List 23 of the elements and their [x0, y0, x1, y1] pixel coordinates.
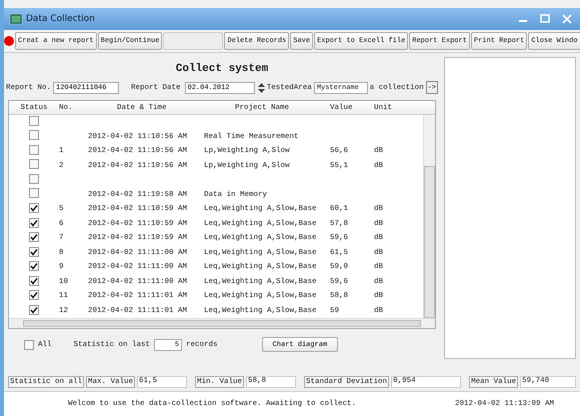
- row-checkbox[interactable]: [29, 218, 39, 228]
- row-checkbox[interactable]: [29, 116, 39, 126]
- row-checkbox[interactable]: [29, 159, 39, 170]
- row-checkbox[interactable]: [29, 304, 39, 315]
- vertical-scrollbar[interactable]: [423, 115, 435, 318]
- row-checkbox[interactable]: [29, 203, 39, 214]
- horizontal-scrollbar[interactable]: [9, 318, 435, 328]
- maximize-icon[interactable]: [538, 13, 552, 25]
- row-checkbox[interactable]: [29, 232, 39, 242]
- row-checkbox[interactable]: [29, 174, 39, 184]
- record-dot-icon: [4, 36, 14, 46]
- window-title: Data Collection: [26, 14, 95, 24]
- all-checkbox[interactable]: [24, 340, 34, 350]
- row-checkbox[interactable]: [29, 290, 39, 300]
- row-checkbox[interactable]: [29, 276, 39, 286]
- row-checkbox[interactable]: [29, 144, 39, 155]
- row-checkbox[interactable]: [29, 261, 39, 272]
- close-icon[interactable]: [560, 13, 574, 25]
- app-icon: [10, 13, 22, 25]
- row-checkbox[interactable]: [29, 188, 39, 198]
- row-checkbox[interactable]: [29, 130, 39, 140]
- heading: Collect system: [174, 62, 270, 77]
- row-checkbox[interactable]: [29, 246, 39, 257]
